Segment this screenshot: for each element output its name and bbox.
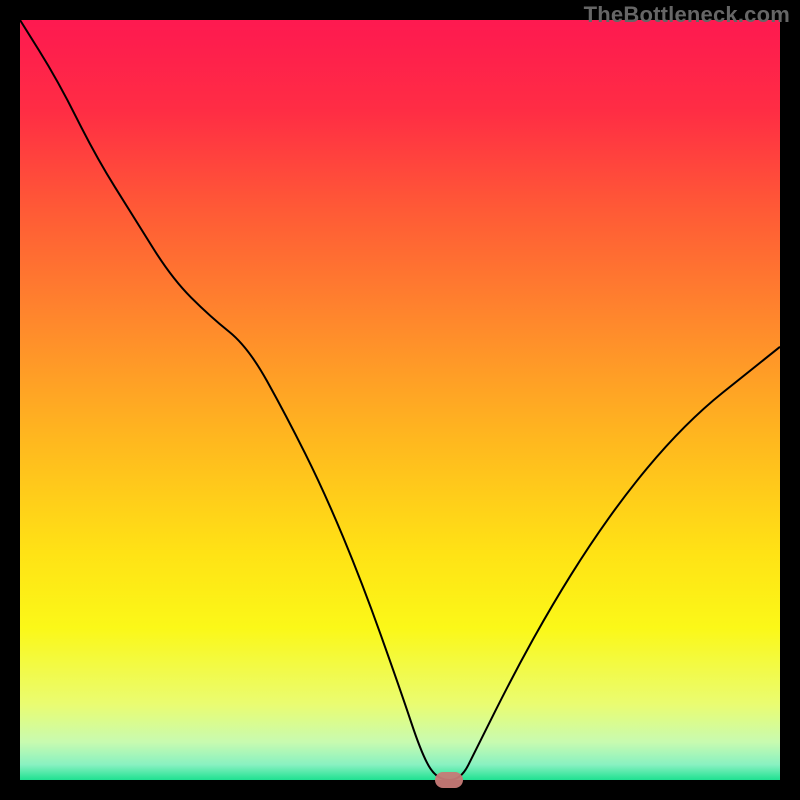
watermark-label: TheBottleneck.com [584,2,790,28]
bottleneck-marker [435,772,463,788]
chart-background [20,20,780,780]
chart-plot [20,20,780,780]
chart-frame: TheBottleneck.com [0,0,800,800]
